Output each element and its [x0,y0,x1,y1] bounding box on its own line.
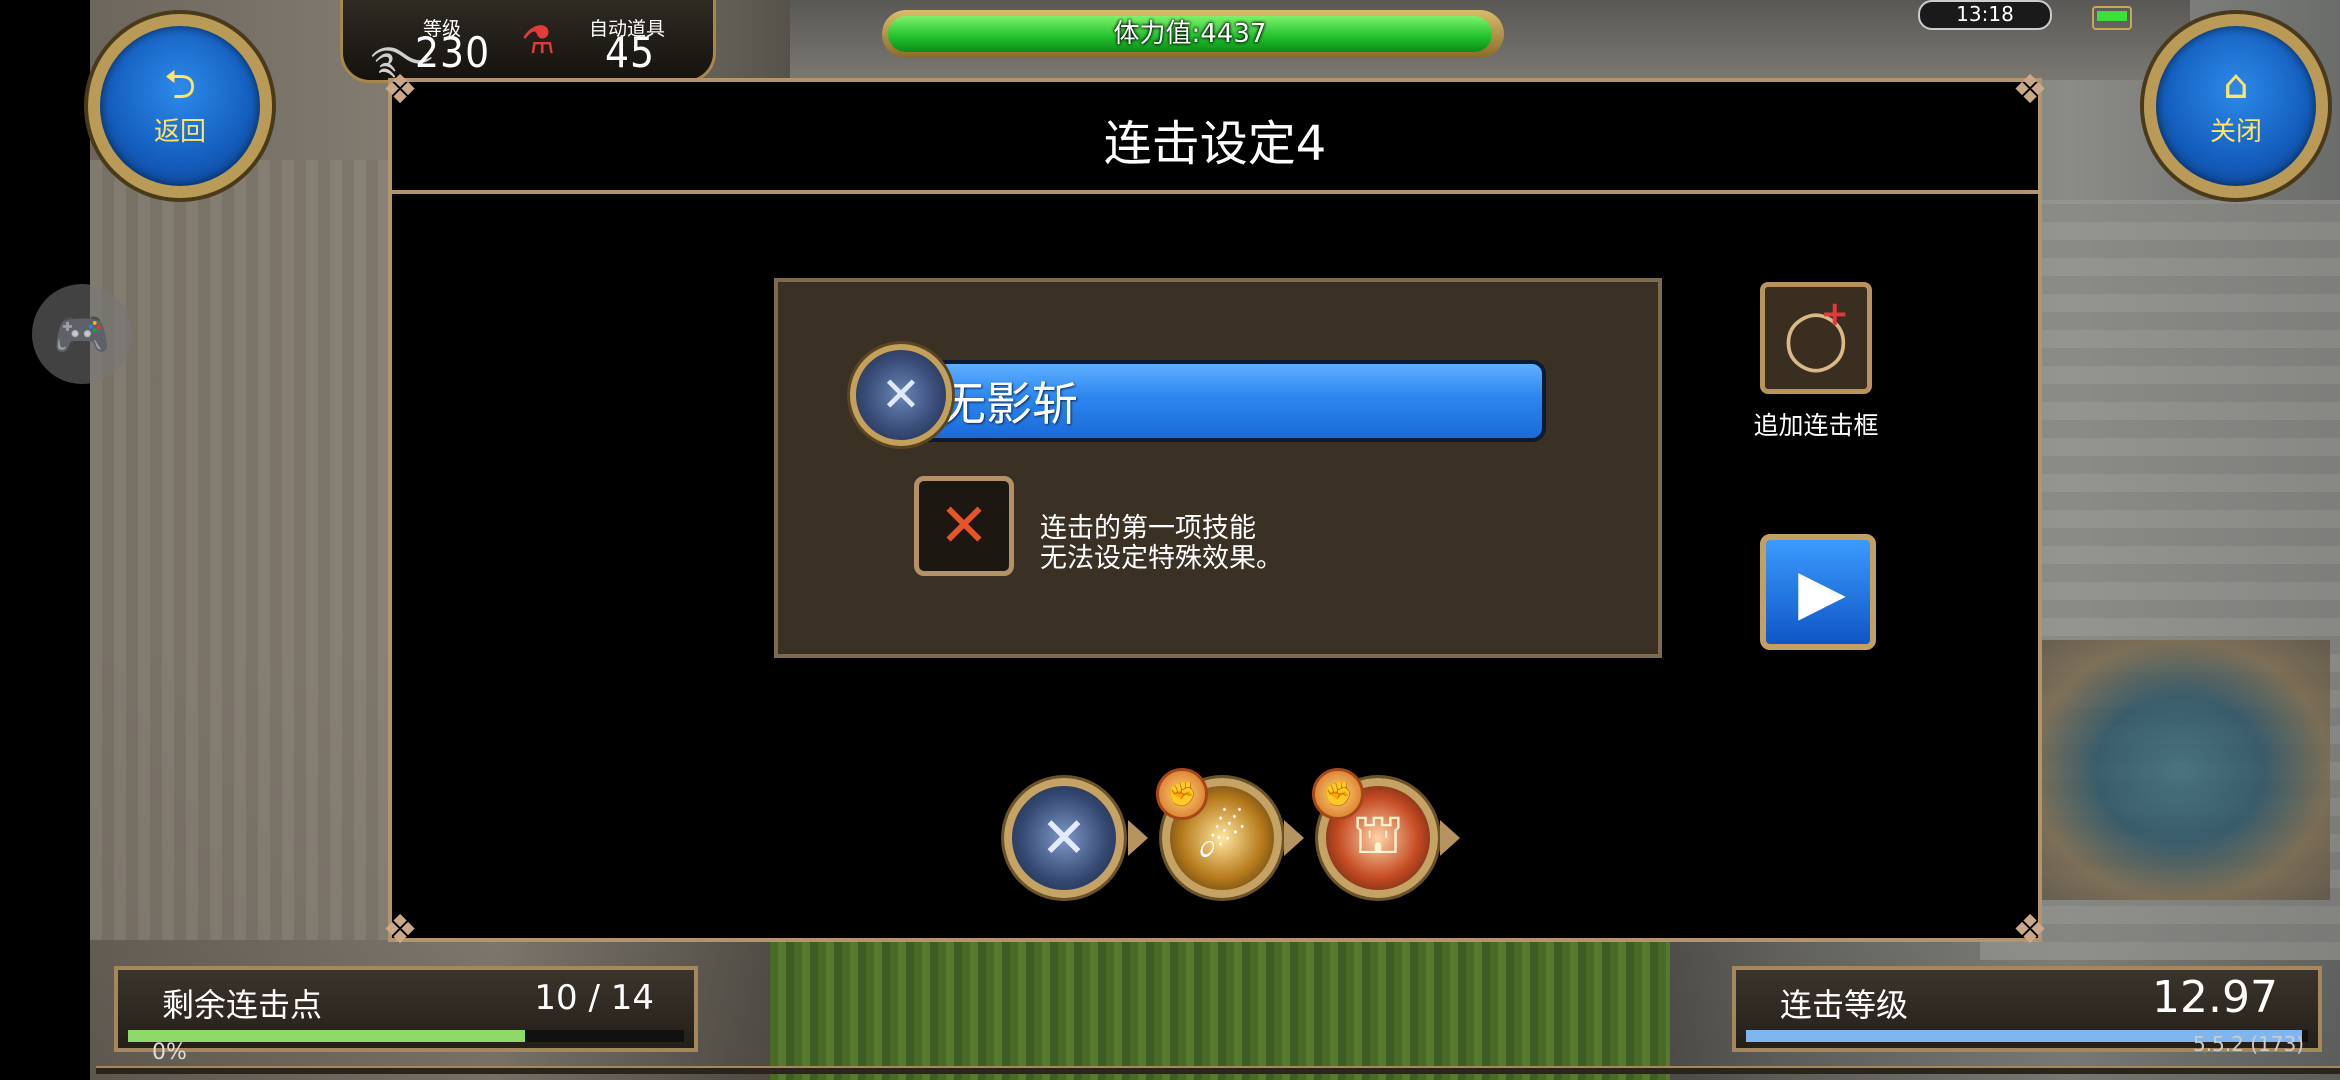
gamepad-icon: 🎮 [53,306,111,361]
chain-slot-slash[interactable]: ✕ [1004,778,1124,898]
remaining-points-label: 剩余连击点 [162,986,323,1024]
combo-level-label: 连击等级 [1780,986,1909,1024]
stamina-bar: 体力值:4437 [882,10,1504,58]
chain-slot-comet[interactable]: ☄ ✊ [1156,768,1282,898]
chain-arrow [1440,820,1460,856]
left-black-bar [0,0,90,1080]
plus-icon: + [1820,294,1850,334]
close-button[interactable]: ⌂ 关闭 [2144,14,2328,198]
remaining-points-fill [128,1030,525,1042]
fist-badge-icon: ✊ [1156,768,1208,820]
background-rug [2030,640,2330,900]
level-value: 230 [415,28,491,77]
remaining-points-track [128,1030,684,1042]
chain-arrow [1128,820,1148,856]
home-icon: ⌂ [2223,61,2249,108]
stamina-text: 体力值:4437 [1113,19,1267,49]
corner-ornament: ❖ [382,907,418,953]
back-button[interactable]: ⮌ 返回 [88,14,272,198]
first-skill-name: 无影斩 [940,377,1078,431]
special-effect-disabled-button[interactable]: ✕ [914,476,1014,576]
note-line-2: 无法设定特殊效果。 [1040,543,1283,574]
background-wall-left [90,160,390,940]
battery-icon [2092,6,2132,30]
floating-gamepad-button[interactable]: 🎮 [32,284,132,384]
version-text: 5.5.2 (173) [2192,1032,2304,1056]
background-grass [770,940,1670,1080]
first-skill-slot[interactable]: 无影斩 [888,360,1546,442]
play-icon: ▶ [1798,555,1846,628]
clock: 13:18 [1918,0,2052,30]
dialog-title-area: 连击设定4 [392,82,2038,194]
dialog-title: 连击设定4 [1103,116,1327,172]
next-button[interactable]: ▶ [1760,534,1876,650]
chain-arrow [1284,820,1304,856]
add-combo-frame-label: 追加连击框 [1753,411,1879,440]
remaining-points-value: 10 / 14 [534,978,654,1018]
experience-percent: 0% [152,1040,187,1065]
close-x-icon: ✕ [938,491,990,561]
fist-badge-icon: ✊ [1312,768,1364,820]
experience-bar [96,1066,2340,1074]
corner-ornament: ❖ [2012,907,2048,953]
add-combo-frame-button[interactable]: ◯ + [1760,282,1872,394]
chain-slot-dome[interactable]: ⛫ ✊ [1312,768,1438,898]
close-button-label: 关闭 [2209,116,2262,147]
back-button-label: 返回 [153,116,206,147]
combo-level-value: 12.97 [2152,972,2278,1023]
dome-skill-icon: ⛫ [1352,802,1404,867]
auto-item-value: 45 [605,28,656,77]
slash-skill-icon: ✕ [850,344,952,446]
stamina-bar-fill: 体力值:4437 [888,16,1492,52]
first-skill-note: 连击的第一项技能 无法设定特殊效果。 [1040,514,1283,574]
combo-slot-panel: 无影斩 ✕ ✕ 连击的第一项技能 无法设定特殊效果。 [774,278,1662,658]
remaining-combo-points-panel: 剩余连击点 10 / 14 [114,966,698,1052]
note-line-1: 连击的第一项技能 [1040,513,1256,544]
comet-skill-icon: ☄ [1196,805,1248,871]
combo-settings-dialog: ❖ ❖ ❖ ❖ 连击设定4 无影斩 ✕ ✕ 连击的第一项技能 无法设定特殊效果。… [382,68,2048,952]
potion-flask-icon: ⚗ [521,18,556,62]
back-arrow-icon: ⮌ [163,61,197,108]
slash-skill-icon: ✕ [1040,805,1088,871]
